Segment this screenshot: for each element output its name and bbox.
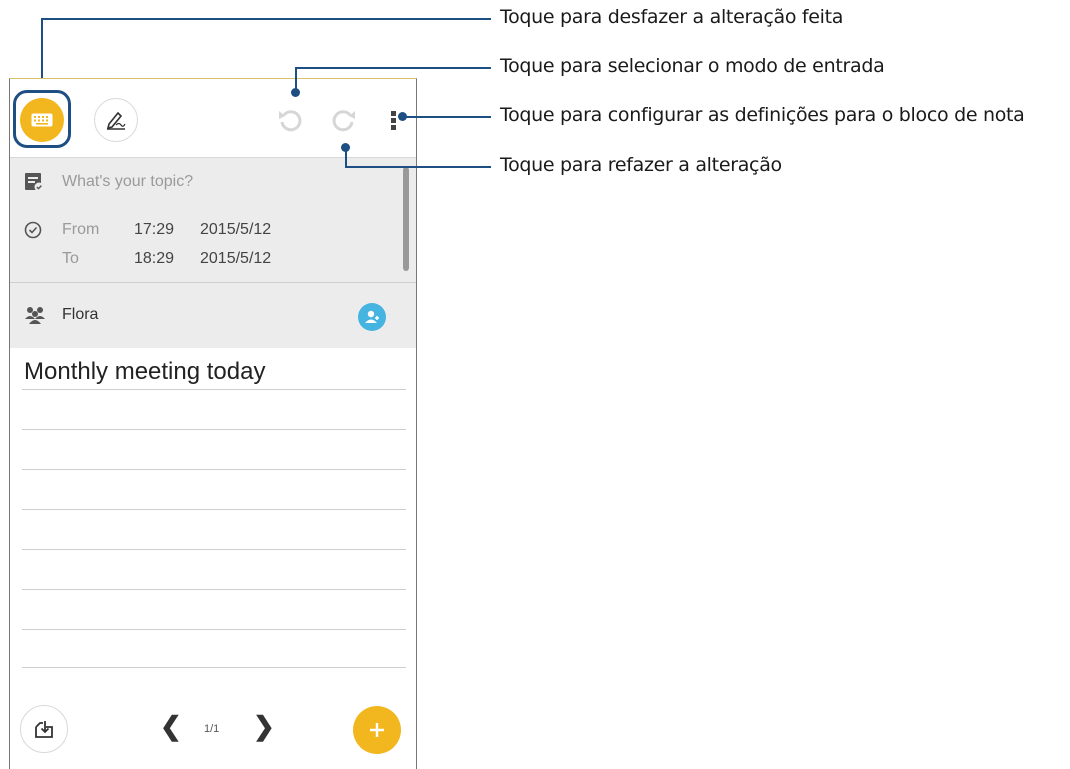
- attendee-section: Flora: [10, 283, 416, 348]
- callout-input-mode: Toque para selecionar o modo de entrada: [500, 55, 885, 77]
- callout-line-redo-vertical: [345, 147, 347, 167]
- attendee-name: Flora: [62, 306, 99, 323]
- note-line: [22, 629, 406, 630]
- undo-icon: [279, 110, 302, 132]
- bottom-bar: ❮ 1/1 ❯: [10, 699, 416, 769]
- people-icon: [25, 307, 45, 324]
- handwriting-mode-button[interactable]: [94, 98, 138, 142]
- from-date[interactable]: 2015/5/12: [200, 221, 271, 239]
- more-vertical-icon: [390, 109, 396, 132]
- note-line: [22, 509, 406, 510]
- add-page-button[interactable]: [353, 706, 401, 754]
- handwriting-icon: [106, 111, 126, 130]
- import-icon: [35, 721, 53, 738]
- topic-icon: [25, 173, 44, 192]
- note-line: [22, 589, 406, 590]
- next-page-button[interactable]: ❯: [253, 711, 275, 742]
- redo-icon: [332, 110, 355, 132]
- callout-undo: Toque para desfazer a alteração feita: [500, 6, 844, 28]
- import-button[interactable]: [20, 705, 68, 753]
- note-body[interactable]: Monthly meeting today: [10, 349, 416, 699]
- note-line: [22, 667, 406, 668]
- callout-line-settings: [402, 116, 491, 118]
- topic-placeholder: What's your topic?: [62, 173, 194, 190]
- callout-line-undo-horizontal: [41, 18, 491, 20]
- topic-field[interactable]: What's your topic?: [10, 157, 416, 209]
- keyboard-mode-button[interactable]: [20, 98, 64, 142]
- add-person-icon: [365, 310, 379, 323]
- from-time[interactable]: 17:29: [134, 221, 174, 239]
- more-options-button[interactable]: [386, 105, 400, 135]
- undo-button[interactable]: [276, 105, 306, 135]
- note-line: [22, 469, 406, 470]
- scrollbar-thumb[interactable]: [403, 167, 409, 271]
- note-line: [22, 549, 406, 550]
- redo-button[interactable]: [328, 105, 358, 135]
- time-section[interactable]: From 17:29 2015/5/12 To 18:29 2015/5/12: [10, 208, 416, 283]
- clock-icon: [24, 221, 42, 239]
- callout-line-input-mode-vertical: [295, 67, 297, 92]
- previous-page-button[interactable]: ❮: [160, 711, 182, 742]
- callout-line-redo-horizontal: [345, 166, 491, 168]
- note-line: [22, 429, 406, 430]
- callout-line-undo-vertical: [41, 18, 43, 78]
- keyboard-icon: [31, 113, 53, 127]
- toolbar: [10, 79, 416, 157]
- plus-icon: [370, 723, 384, 737]
- callout-settings: Toque para configurar as definições para…: [500, 104, 1025, 126]
- to-label: To: [62, 250, 79, 267]
- callout-redo: Toque para refazer a alteração: [500, 154, 782, 176]
- to-time[interactable]: 18:29: [134, 250, 174, 268]
- page-indicator: 1/1: [204, 723, 220, 735]
- callout-line-input-mode-horizontal: [295, 67, 491, 69]
- add-attendee-button[interactable]: [358, 303, 386, 331]
- to-date[interactable]: 2015/5/12: [200, 250, 271, 268]
- note-text[interactable]: Monthly meeting today: [24, 358, 265, 386]
- notepad-screen: What's your topic? From 17:29 2015/5/12 …: [9, 78, 417, 769]
- note-line: [22, 389, 406, 390]
- from-label: From: [62, 221, 100, 238]
